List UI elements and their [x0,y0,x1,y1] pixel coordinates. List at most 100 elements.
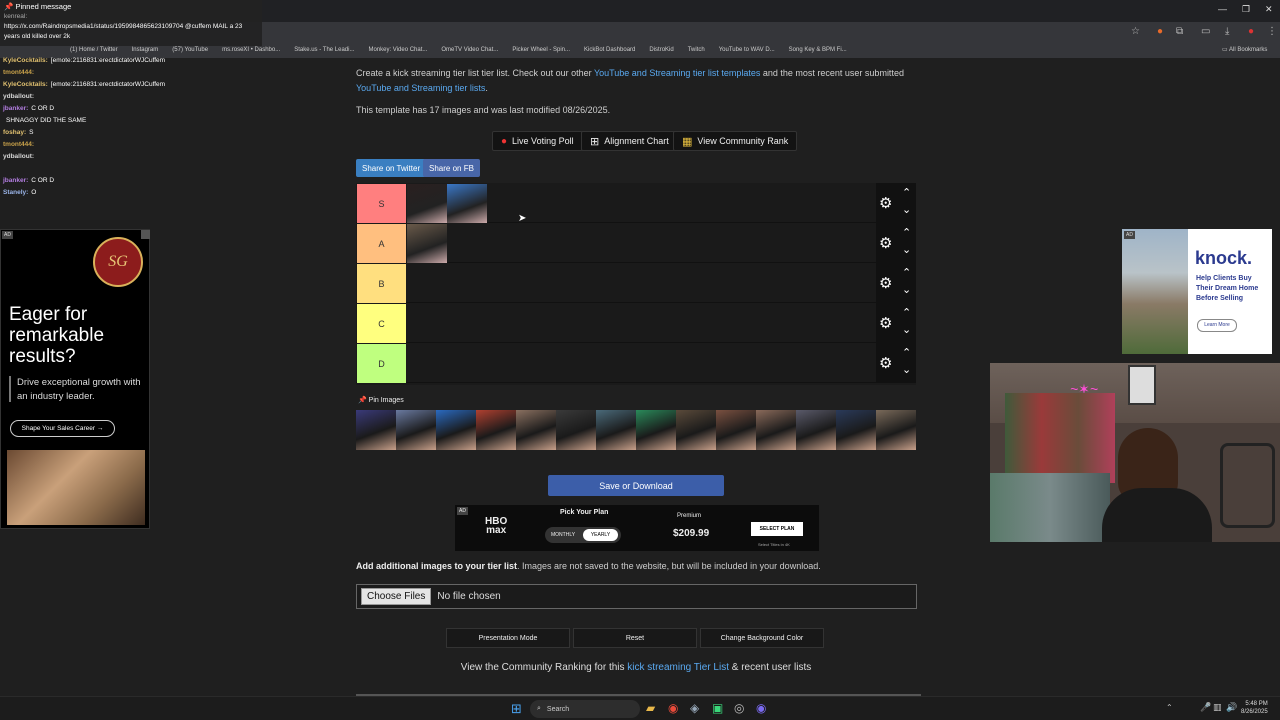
choose-files-button[interactable]: Choose Files [361,588,432,605]
file-input[interactable]: Choose Files No file chosen [356,584,917,609]
pin-images-label[interactable]: 📌 Pin Images [358,396,404,404]
chat-username[interactable]: KyleCocktails: [3,81,48,88]
tier-row-a[interactable]: A ⚙ ⌃ ⌄ [356,223,916,263]
chrome-icon[interactable]: ◉ [668,701,678,715]
intro-link-lists[interactable]: YouTube and Streaming tier lists [356,83,485,93]
gear-icon[interactable]: ⚙ [879,194,892,212]
pin-image[interactable] [476,410,516,450]
view-community-rank-button[interactable]: ▦ View Community Rank [673,131,798,151]
chevron-down-icon[interactable]: ⌄ [902,283,911,296]
minimize-icon[interactable]: — [1218,4,1227,14]
gear-icon[interactable]: ⚙ [879,274,892,292]
select-plan-button[interactable]: SELECT PLAN [751,522,803,536]
profile-avatar[interactable]: ● [1248,26,1254,37]
chevron-down-icon[interactable]: ⌄ [902,323,911,336]
volume-icon[interactable]: 🔊 [1226,702,1237,713]
restore-icon[interactable]: ❐ [1242,4,1250,15]
intro-link-templates[interactable]: YouTube and Streaming tier list template… [594,68,760,78]
chat-username[interactable]: foshay: [3,129,26,136]
tier-label[interactable]: D [357,344,406,383]
close-window-icon[interactable]: ✕ [1265,4,1273,15]
alignment-chart-button[interactable]: ⊞ Alignment Chart [581,131,678,151]
pin-image[interactable] [596,410,636,450]
obs-icon[interactable]: ◎ [734,701,744,715]
chevron-up-icon[interactable]: ⌃ [902,306,911,319]
tier-label[interactable]: A [357,224,406,263]
chevron-up-icon[interactable]: ⌃ [902,266,911,279]
bookmark-item[interactable]: Song Key & BPM Fi... [789,47,847,53]
kick-app-icon[interactable]: ▣ [712,701,723,715]
chevron-down-icon[interactable]: ⌄ [902,363,911,376]
reset-button[interactable]: Reset [573,628,697,648]
chat-username[interactable]: jbanker: [3,105,28,112]
bookmark-item[interactable]: OmeTV Video Chat... [441,47,498,53]
chevron-up-icon[interactable]: ⌃ [902,346,911,359]
ad-cta-button[interactable]: Shape Your Sales Career → [10,420,115,437]
pin-image[interactable] [756,410,796,450]
download-icon[interactable]: ⤓ [1225,26,1229,37]
pin-image[interactable] [796,410,836,450]
pin-image[interactable] [716,410,756,450]
pin-image[interactable] [836,410,876,450]
tier-row-s[interactable]: S ⚙ ⌃ ⌄ [356,183,916,223]
bookmark-item[interactable]: Monkey: Video Chat... [368,47,427,53]
plan-toggle[interactable]: MONTHLY YEARLY [545,527,621,543]
knock-ad[interactable]: AD knock. Help Clients Buy Their Dream H… [1122,229,1272,354]
gear-icon[interactable]: ⚙ [879,234,892,252]
tier-row-d[interactable]: D ⚙ ⌃ ⌄ [356,343,916,383]
chat-username[interactable]: ydballout: [3,153,34,160]
chat-username[interactable]: tmont444: [3,69,34,76]
tier-row-b[interactable]: B ⚙ ⌃ ⌄ [356,263,916,303]
bookmark-item[interactable]: Picker Wheel - Spin... [512,47,570,53]
chevron-down-icon[interactable]: ⌄ [902,243,911,256]
pin-image[interactable] [356,410,396,450]
tier-image[interactable] [407,224,447,263]
community-link[interactable]: kick streaming Tier List [627,662,729,673]
pin-image[interactable] [876,410,916,450]
chat-username[interactable]: KyleCocktails: [3,57,48,64]
bookmark-item[interactable]: Twitch [688,47,705,53]
sales-career-ad[interactable]: AD SG Eager for remarkable results? Driv… [0,229,150,529]
tier-label[interactable]: S [357,184,406,223]
tier-label[interactable]: C [357,304,406,343]
bookmark-item[interactable]: YouTube to WAV D... [719,47,775,53]
pin-image[interactable] [516,410,556,450]
change-bg-color-button[interactable]: Change Background Color [700,628,824,648]
bookmark-star-icon[interactable]: ☆ [1131,26,1140,37]
ad-choices-icon[interactable] [141,230,150,239]
learn-more-button[interactable]: Learn More [1197,319,1237,332]
chat-username[interactable]: Stanely: [3,189,28,196]
extension-icon[interactable]: ● [1157,26,1163,37]
presentation-mode-button[interactable]: Presentation Mode [446,628,570,648]
yearly-option[interactable]: YEARLY [583,529,618,541]
taskbar-search[interactable]: ⌕ Search [530,700,640,718]
pin-image[interactable] [396,410,436,450]
bookmark-item[interactable]: Stake.us - The Leadi... [294,47,354,53]
bookmark-item[interactable]: DistroKid [649,47,673,53]
chat-username[interactable]: jbanker: [3,177,28,184]
hbo-max-ad[interactable]: AD HBO max Pick Your Plan MONTHLY YEARLY … [455,505,819,551]
pin-image[interactable] [636,410,676,450]
chat-username[interactable]: ydballout: [3,93,34,100]
windows-start-icon[interactable]: ⊞ [511,701,522,717]
menu-icon[interactable]: ⋮ [1267,26,1277,37]
chevron-up-icon[interactable]: ⌃ [902,186,911,199]
chevron-up-icon[interactable]: ⌃ [902,226,911,239]
clock[interactable]: 5:48 PM 8/26/2025 [1241,700,1268,716]
share-fb-button[interactable]: Share on FB [423,159,480,177]
mic-icon[interactable]: 🎤 [1200,702,1211,713]
discord-icon[interactable]: ◉ [756,701,766,715]
tier-label[interactable]: B [357,264,406,303]
pin-image[interactable] [556,410,596,450]
steam-icon[interactable]: ◈ [690,701,699,715]
tier-image[interactable] [407,184,447,223]
pin-image[interactable] [676,410,716,450]
tray-overflow-icon[interactable]: ⌃ [1166,703,1173,712]
pin-image[interactable] [436,410,476,450]
share-twitter-button[interactable]: Share on Twitter [356,159,427,177]
sidepanel-icon[interactable]: ▭ [1201,26,1210,37]
tier-row-c[interactable]: C ⚙ ⌃ ⌄ [356,303,916,343]
gear-icon[interactable]: ⚙ [879,314,892,332]
all-bookmarks[interactable]: ▭ All Bookmarks [1222,46,1267,53]
network-icon[interactable]: ▥ [1213,702,1222,713]
